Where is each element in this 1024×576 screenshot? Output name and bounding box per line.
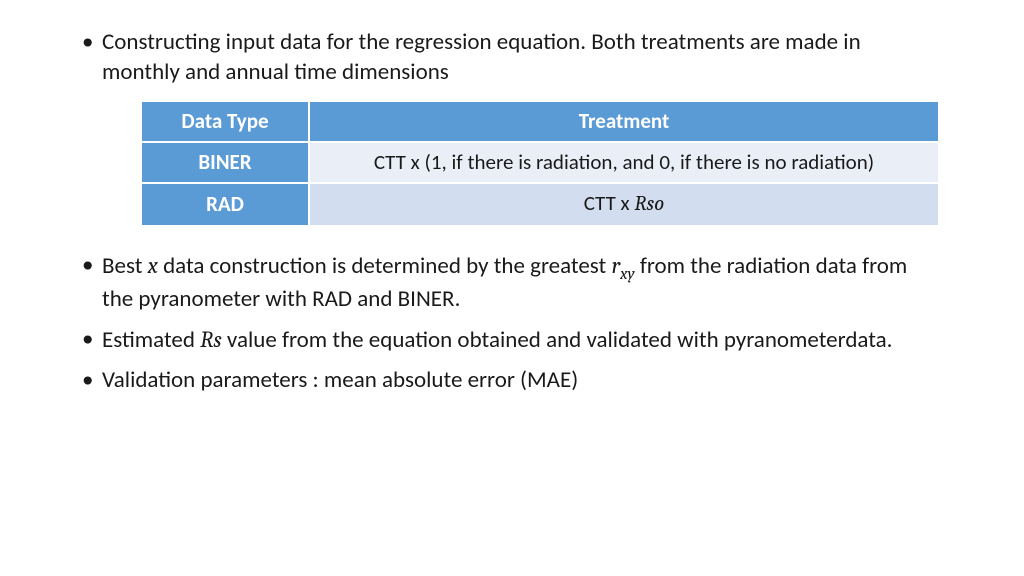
bullet-4: Validation parameters : mean absolute er… xyxy=(80,366,934,396)
data-treatment-table: Data Type Treatment BINER CTT x (1, if t… xyxy=(140,100,940,227)
bullet-2-rsub: xy xyxy=(620,265,635,284)
td-type-biner: BINER xyxy=(141,142,309,183)
bullet-3-rs: Rs xyxy=(200,326,222,353)
bullet-2-pre: Best xyxy=(102,252,148,280)
bullet-2-x: x xyxy=(148,252,158,279)
bullet-3-pre: Estimated xyxy=(102,326,200,354)
table-row: RAD CTT x Rso xyxy=(141,183,939,225)
bullet-2-mid: data construction is determined by the g… xyxy=(158,252,612,280)
td-treatment-rad-pre: CTT x xyxy=(584,190,635,216)
bullet-2: Best x data construction is determined b… xyxy=(80,251,934,315)
slide: Constructing input data for the regressi… xyxy=(0,0,1024,576)
bullet-list: Constructing input data for the regressi… xyxy=(80,28,934,395)
td-type-rad: RAD xyxy=(141,183,309,225)
table-row: BINER CTT x (1, if there is radiation, a… xyxy=(141,142,939,183)
table-header-row: Data Type Treatment xyxy=(141,101,939,142)
bullet-4-text: Validation parameters : mean absolute er… xyxy=(102,366,578,394)
td-treatment-biner: CTT x (1, if there is radiation, and 0, … xyxy=(309,142,939,183)
bullet-3-post: value from the equation obtained and val… xyxy=(222,326,893,354)
bullet-2-r: r xyxy=(611,252,620,279)
th-treatment: Treatment xyxy=(309,101,939,142)
bullet-1-text: Constructing input data for the regressi… xyxy=(102,28,861,86)
td-treatment-rad-math: Rso xyxy=(634,192,664,216)
bullet-1: Constructing input data for the regressi… xyxy=(80,28,934,227)
bullet-3: Estimated Rs value from the equation obt… xyxy=(80,325,934,356)
td-treatment-rad: CTT x Rso xyxy=(309,183,939,225)
th-data-type: Data Type xyxy=(141,101,309,142)
